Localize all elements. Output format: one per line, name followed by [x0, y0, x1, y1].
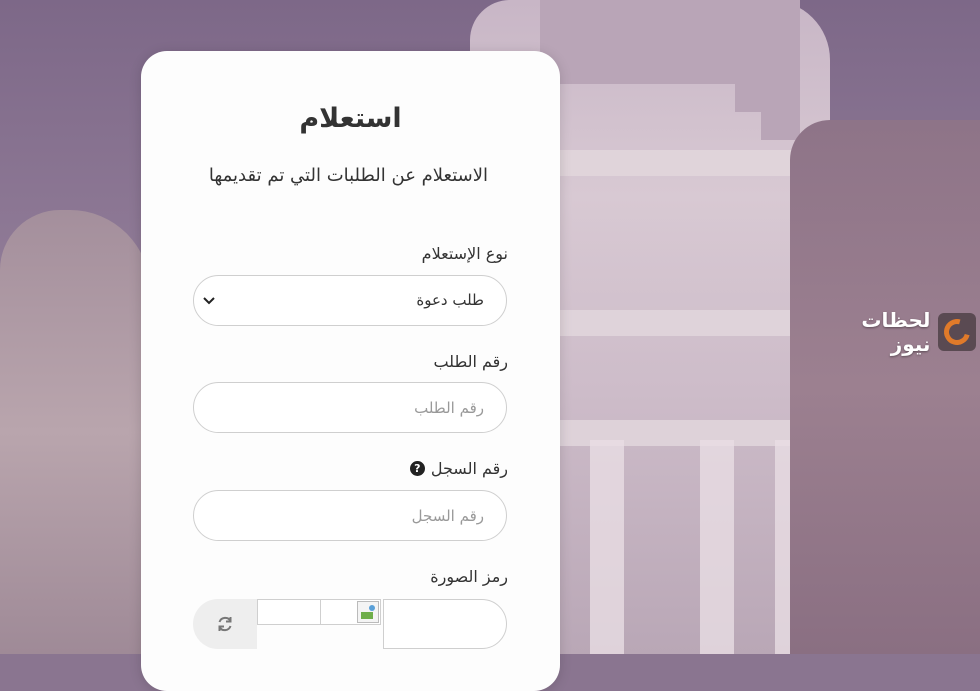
- record-number-label-text: رقم السجل: [430, 459, 508, 478]
- captcha-label-text: رمز الصورة: [430, 567, 508, 586]
- tomb-column: [700, 440, 734, 654]
- inquiry-type-label-text: نوع الإستعلام: [421, 244, 508, 263]
- rock-formation-right: [790, 120, 980, 654]
- record-number-input[interactable]: [194, 491, 506, 540]
- captcha-label: رمز الصورة: [430, 567, 508, 586]
- request-number-input[interactable]: [194, 383, 506, 432]
- captcha-row: [193, 597, 507, 651]
- logo-text: لحظات نيوز: [861, 308, 931, 356]
- chevron-down-icon: [203, 297, 215, 305]
- refresh-icon: [218, 616, 232, 632]
- inquiry-type-select[interactable]: طلب دعوة: [193, 275, 507, 326]
- logo-mark-icon: [938, 313, 976, 351]
- captcha-refresh-button[interactable]: [193, 599, 257, 649]
- record-number-field[interactable]: [193, 490, 507, 541]
- request-number-label: رقم الطلب: [433, 352, 508, 371]
- rock-formation-left: [0, 210, 150, 654]
- captcha-input[interactable]: [384, 600, 506, 648]
- help-icon[interactable]: ?: [409, 461, 425, 476]
- inquiry-form-card: استعلام الاستعلام عن الطلبات التي تم تقد…: [141, 51, 560, 691]
- site-logo: لحظات نيوز: [816, 308, 976, 356]
- captcha-field[interactable]: [383, 599, 507, 649]
- inquiry-type-label: نوع الإستعلام: [422, 244, 508, 263]
- tomb-column: [590, 440, 624, 654]
- request-number-field[interactable]: [193, 382, 507, 433]
- form-title: استعلام: [299, 103, 402, 134]
- inquiry-type-selected: طلب دعوة: [416, 291, 484, 309]
- broken-image-icon: [357, 601, 379, 623]
- request-number-label-text: رقم الطلب: [433, 352, 508, 371]
- form-subtitle: الاستعلام عن الطلبات التي تم تقديمها: [208, 165, 488, 186]
- record-number-label: رقم السجل ?: [409, 459, 508, 478]
